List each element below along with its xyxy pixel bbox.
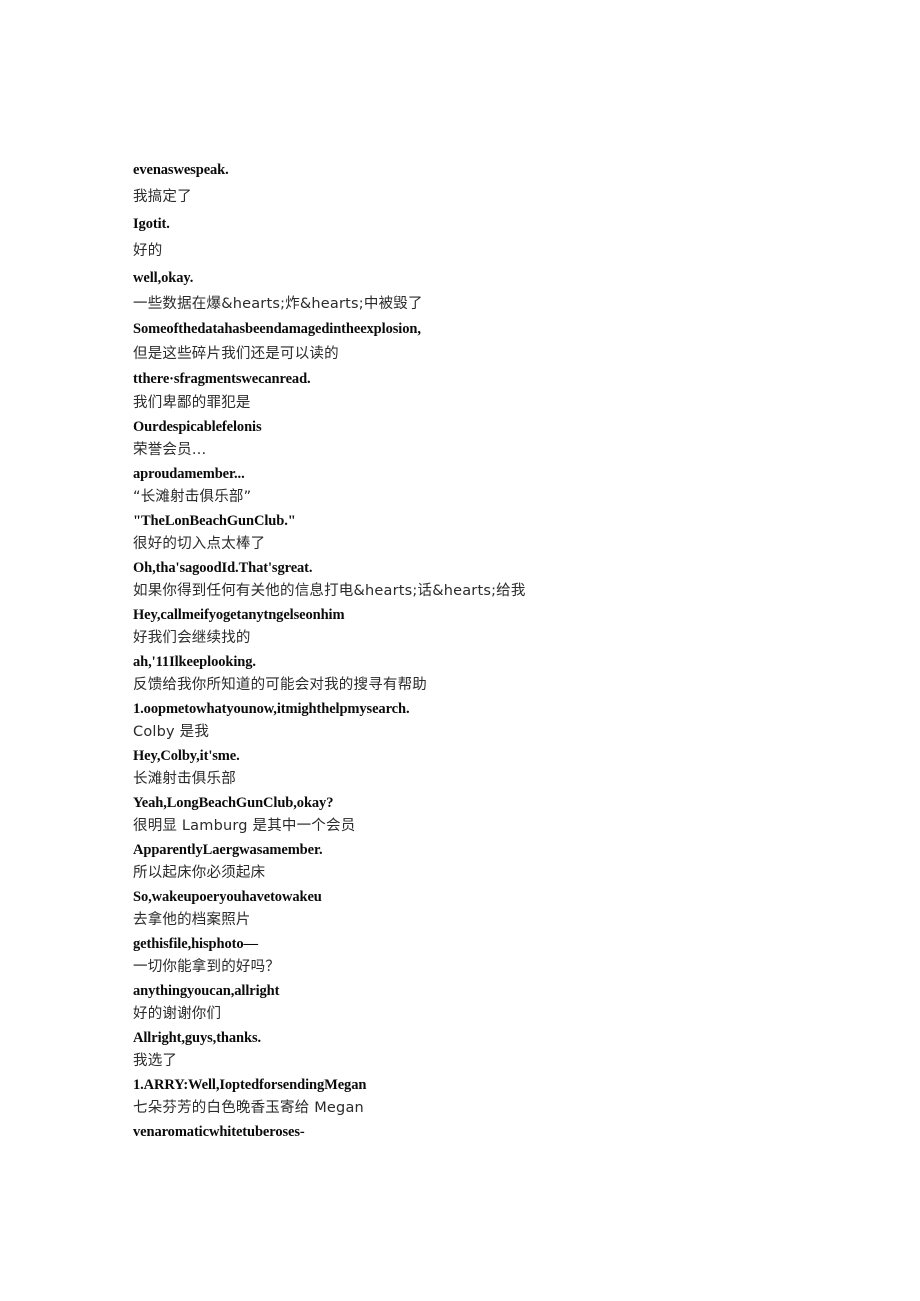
transcript-line: 我们卑鄙的罪犯是: [133, 395, 251, 411]
transcript-line: Allright,guys,thanks.: [133, 1029, 262, 1046]
transcript-line: 好我们会继续找的: [133, 630, 251, 646]
transcript-line: Yeah,LongBeachGunClub,okay?: [133, 794, 334, 811]
transcript-line: 一些数据在爆&hearts;炸&hearts;中被毁了: [133, 296, 423, 312]
transcript-line: anythingyoucan,allright: [133, 982, 280, 999]
transcript-line: 但是这些碎片我们还是可以读的: [133, 346, 339, 362]
transcript-line: Hey,callmeifyogetanytngelseonhim: [133, 606, 345, 623]
document-page: evenaswespeak. 我搞定了 Igotit. 好的 well,okay. 一些数…: [0, 0, 920, 1301]
transcript-line: 去拿他的档案照片: [133, 912, 251, 928]
transcript-line: Ourdespicablefelonis: [133, 418, 262, 435]
transcript-line: aproudamember...: [133, 465, 245, 482]
transcript-line: 很好的切入点太棒了: [133, 536, 266, 552]
transcript-body: evenaswespeak. 我搞定了 Igotit. 好的 well,okay. 一些数…: [133, 157, 833, 1144]
transcript-line: Someofthedatahasbeendamagedintheexplosio…: [133, 321, 421, 337]
transcript-line: 所以起床你必须起床: [133, 865, 266, 881]
transcript-line: gethisfile,hisphoto—: [133, 935, 258, 952]
transcript-line: 一切你能拿到的好吗？: [133, 959, 280, 975]
transcript-line: So,wakeupoeryouhavetowakeu: [133, 888, 322, 905]
transcript-line: 反馈给我你所知道的可能会对我的搜寻有帮助: [133, 677, 427, 693]
transcript-line: Oh,tha'sagoodId.That'sgreat.: [133, 559, 313, 576]
transcript-line: 1.oopmetowhatyounow,itmighthelpmysearch.: [133, 700, 410, 717]
transcript-line: ApparentlyLaergwasamember.: [133, 841, 323, 858]
transcript-line: Colby 是我: [133, 724, 210, 740]
transcript-line: “长滩射击俱乐部”: [133, 489, 252, 505]
transcript-line: 我选了: [133, 1053, 178, 1069]
transcript-line: 很明显 Lamburg 是其中一个会员: [133, 818, 356, 834]
transcript-line: well,okay.: [133, 270, 194, 286]
transcript-line: Igotit.: [133, 216, 170, 232]
transcript-line: ah,'11Ilkeeplooking.: [133, 653, 256, 670]
transcript-line: 如果你得到任何有关他的信息打电&hearts;话&hearts;给我: [133, 583, 526, 599]
transcript-line: venaromaticwhitetuberoses-: [133, 1123, 305, 1140]
transcript-line: 荣誉会员…: [133, 442, 207, 458]
transcript-line: 1.ARRY:Well,IoptedforsendingMegan: [133, 1076, 367, 1093]
transcript-line: evenaswespeak.: [133, 162, 229, 178]
transcript-line: 长滩射击俱乐部: [133, 771, 236, 787]
transcript-line: "TheLonBeachGunClub.": [133, 512, 296, 529]
transcript-line: 我搞定了: [133, 189, 192, 205]
transcript-line: Hey,Colby,it'sme.: [133, 747, 240, 764]
transcript-line: 好的: [133, 243, 163, 259]
transcript-line: tthere·sfragmentswecanread.: [133, 371, 311, 387]
transcript-line: 好的谢谢你们: [133, 1006, 222, 1022]
transcript-line: 七朵芬芳的白色晚香玉寄给 Megan: [133, 1100, 364, 1116]
